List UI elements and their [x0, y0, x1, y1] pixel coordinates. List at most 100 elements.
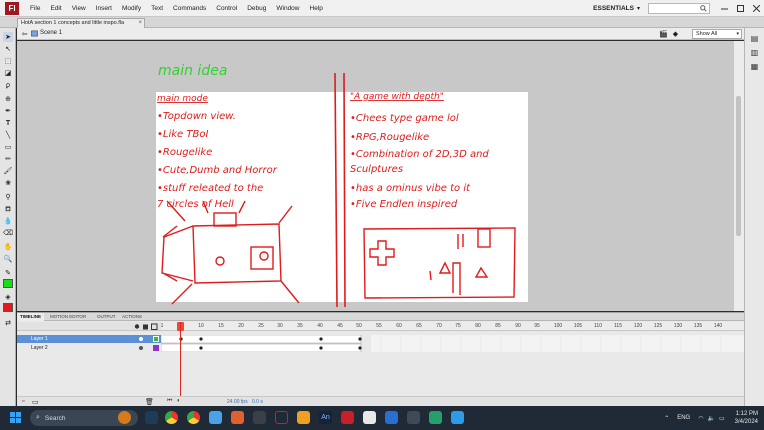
menu-text[interactable]: Text: [146, 5, 168, 12]
stroke-color-swatch[interactable]: [3, 279, 13, 288]
maximize-button[interactable]: [732, 0, 748, 17]
pinned-app-icon-5[interactable]: [297, 411, 310, 424]
tab-motion-editor[interactable]: MOTION EDITOR: [47, 313, 89, 321]
selection-tool-icon[interactable]: ➤: [3, 32, 13, 42]
menu-commands[interactable]: Commands: [168, 5, 211, 12]
swatches-panel-icon[interactable]: ▦: [749, 61, 760, 72]
paint-bucket-icon[interactable]: ⛾: [3, 204, 13, 214]
new-folder-icon[interactable]: ▭: [32, 398, 39, 406]
layer-outline-swatch[interactable]: [153, 336, 159, 342]
3d-rotation-tool-icon[interactable]: ⊕: [3, 94, 13, 104]
pinned-app-icon-9[interactable]: [429, 411, 442, 424]
pen-tool-icon[interactable]: ✒: [3, 106, 13, 116]
menu-debug[interactable]: Debug: [242, 5, 271, 12]
menu-file[interactable]: File: [25, 5, 45, 12]
text-tool-icon[interactable]: T: [3, 118, 13, 128]
fill-color-swatch[interactable]: [3, 303, 13, 312]
clock[interactable]: 1:12 PM 3/4/2024: [735, 410, 758, 426]
frame-rate-readout[interactable]: 24.00 fps: [227, 399, 248, 405]
pinned-app-icon[interactable]: [118, 411, 131, 424]
library-panel-icon[interactable]: ▥: [749, 47, 760, 58]
swap-colors-icon[interactable]: ⇄: [3, 318, 13, 328]
menu-window[interactable]: Window: [271, 5, 304, 12]
pinned-app-icon-2[interactable]: [231, 411, 244, 424]
pinned-app-icon-4[interactable]: [275, 411, 288, 424]
hand-tool-icon[interactable]: ✋: [3, 242, 13, 252]
layer-visible-dot[interactable]: [139, 346, 143, 350]
stroke-color-icon[interactable]: ✎: [3, 268, 13, 278]
pinned-app-icon-6[interactable]: [363, 411, 376, 424]
edit-symbols-icon[interactable]: ◆: [671, 29, 680, 38]
chrome-app-icon-2[interactable]: [187, 411, 200, 424]
scene-label[interactable]: Scene 1: [40, 30, 62, 36]
layer-name[interactable]: Layer 1: [31, 336, 48, 342]
windows-start-icon[interactable]: [10, 412, 22, 424]
frame-ruler[interactable]: 1 5 10 15 20 25 30 35 40 45 50 55 60 65 …: [161, 322, 744, 331]
steam-app-icon[interactable]: [145, 411, 158, 424]
chrome-app-icon[interactable]: [165, 411, 178, 424]
chevron-down-icon[interactable]: ▾: [637, 5, 640, 12]
pinned-app-icon-7[interactable]: [385, 411, 398, 424]
fill-color-icon[interactable]: ◈: [3, 292, 13, 302]
outline-icon[interactable]: [151, 323, 158, 330]
tab-timeline[interactable]: TIMELINE: [17, 313, 44, 321]
edit-scene-icon[interactable]: 🎬: [659, 29, 668, 38]
zoom-tool-icon[interactable]: 🔍: [3, 254, 13, 264]
layer-row-2[interactable]: Layer 2: [17, 344, 161, 352]
pinned-app-icon-10[interactable]: [451, 411, 464, 424]
minimize-button[interactable]: [716, 0, 732, 17]
document-tab[interactable]: HotA section 1 concepts and little inspo…: [17, 18, 145, 28]
menu-insert[interactable]: Insert: [91, 5, 117, 12]
wifi-icon[interactable]: ◠: [698, 415, 703, 422]
pinned-app-icon-8[interactable]: [407, 411, 420, 424]
flash-app-icon[interactable]: [341, 411, 354, 424]
layer-outline-swatch[interactable]: [153, 345, 159, 351]
layer-visible-dot[interactable]: [139, 337, 143, 341]
delete-layer-icon[interactable]: 🗑: [145, 398, 154, 406]
menu-edit[interactable]: Edit: [45, 5, 66, 12]
scrollbar-thumb[interactable]: [736, 96, 741, 236]
menu-view[interactable]: View: [67, 5, 91, 12]
pasteboard[interactable]: main idea main mode •Topdown view. •Like…: [17, 41, 734, 311]
language-indicator[interactable]: ENG: [677, 415, 690, 421]
brush-tool-icon[interactable]: 🖌: [3, 166, 13, 176]
first-frame-icon[interactable]: ⏮: [167, 398, 172, 405]
battery-icon[interactable]: ▭: [719, 415, 725, 422]
layer-row-1[interactable]: Layer 1: [17, 335, 161, 343]
help-search-input[interactable]: [648, 3, 710, 14]
close-icon[interactable]: ×: [138, 19, 142, 28]
menu-modify[interactable]: Modify: [117, 5, 146, 12]
zoom-select[interactable]: Show All ▾: [692, 29, 742, 39]
workspace-switcher[interactable]: ESSENTIALS: [593, 5, 634, 12]
new-layer-icon[interactable]: ▫: [22, 398, 24, 405]
stage-vertical-scrollbar[interactable]: [734, 41, 744, 311]
properties-panel-icon[interactable]: ▤: [749, 33, 760, 44]
menu-control[interactable]: Control: [211, 5, 242, 12]
chevron-up-icon[interactable]: ⌃: [664, 415, 669, 422]
menu-help[interactable]: Help: [305, 5, 328, 12]
tab-actions[interactable]: ACTIONS: [119, 313, 145, 321]
volume-icon[interactable]: 🔈: [707, 415, 714, 422]
pencil-tool-icon[interactable]: ✏: [3, 154, 13, 164]
subselection-tool-icon[interactable]: ↖: [3, 44, 13, 54]
playhead-line[interactable]: [180, 322, 181, 407]
back-arrow-icon[interactable]: ⇦: [20, 29, 29, 38]
file-explorer-icon[interactable]: [209, 411, 222, 424]
eyedropper-tool-icon[interactable]: 💧: [3, 216, 13, 226]
pinned-app-icon-3[interactable]: [253, 411, 266, 424]
lock-icon[interactable]: [143, 324, 148, 330]
eraser-tool-icon[interactable]: ⌫: [3, 228, 13, 238]
line-tool-icon[interactable]: ╲: [3, 130, 13, 140]
frame-grid[interactable]: [161, 335, 744, 352]
close-window-button[interactable]: [748, 0, 764, 17]
layer-name[interactable]: Layer 2: [31, 345, 48, 351]
animate-app-icon[interactable]: An: [319, 411, 332, 424]
free-transform-tool-icon[interactable]: ⬚: [3, 56, 13, 66]
bone-tool-icon[interactable]: ⚲: [3, 192, 13, 202]
tab-output[interactable]: OUTPUT: [94, 313, 119, 321]
deco-tool-icon[interactable]: ❀: [3, 178, 13, 188]
eye-icon[interactable]: [134, 324, 140, 329]
onion-skin-icon[interactable]: ◐: [177, 398, 181, 404]
lasso-tool-icon[interactable]: ϼ: [3, 80, 13, 90]
rectangle-tool-icon[interactable]: ▭: [3, 142, 13, 152]
